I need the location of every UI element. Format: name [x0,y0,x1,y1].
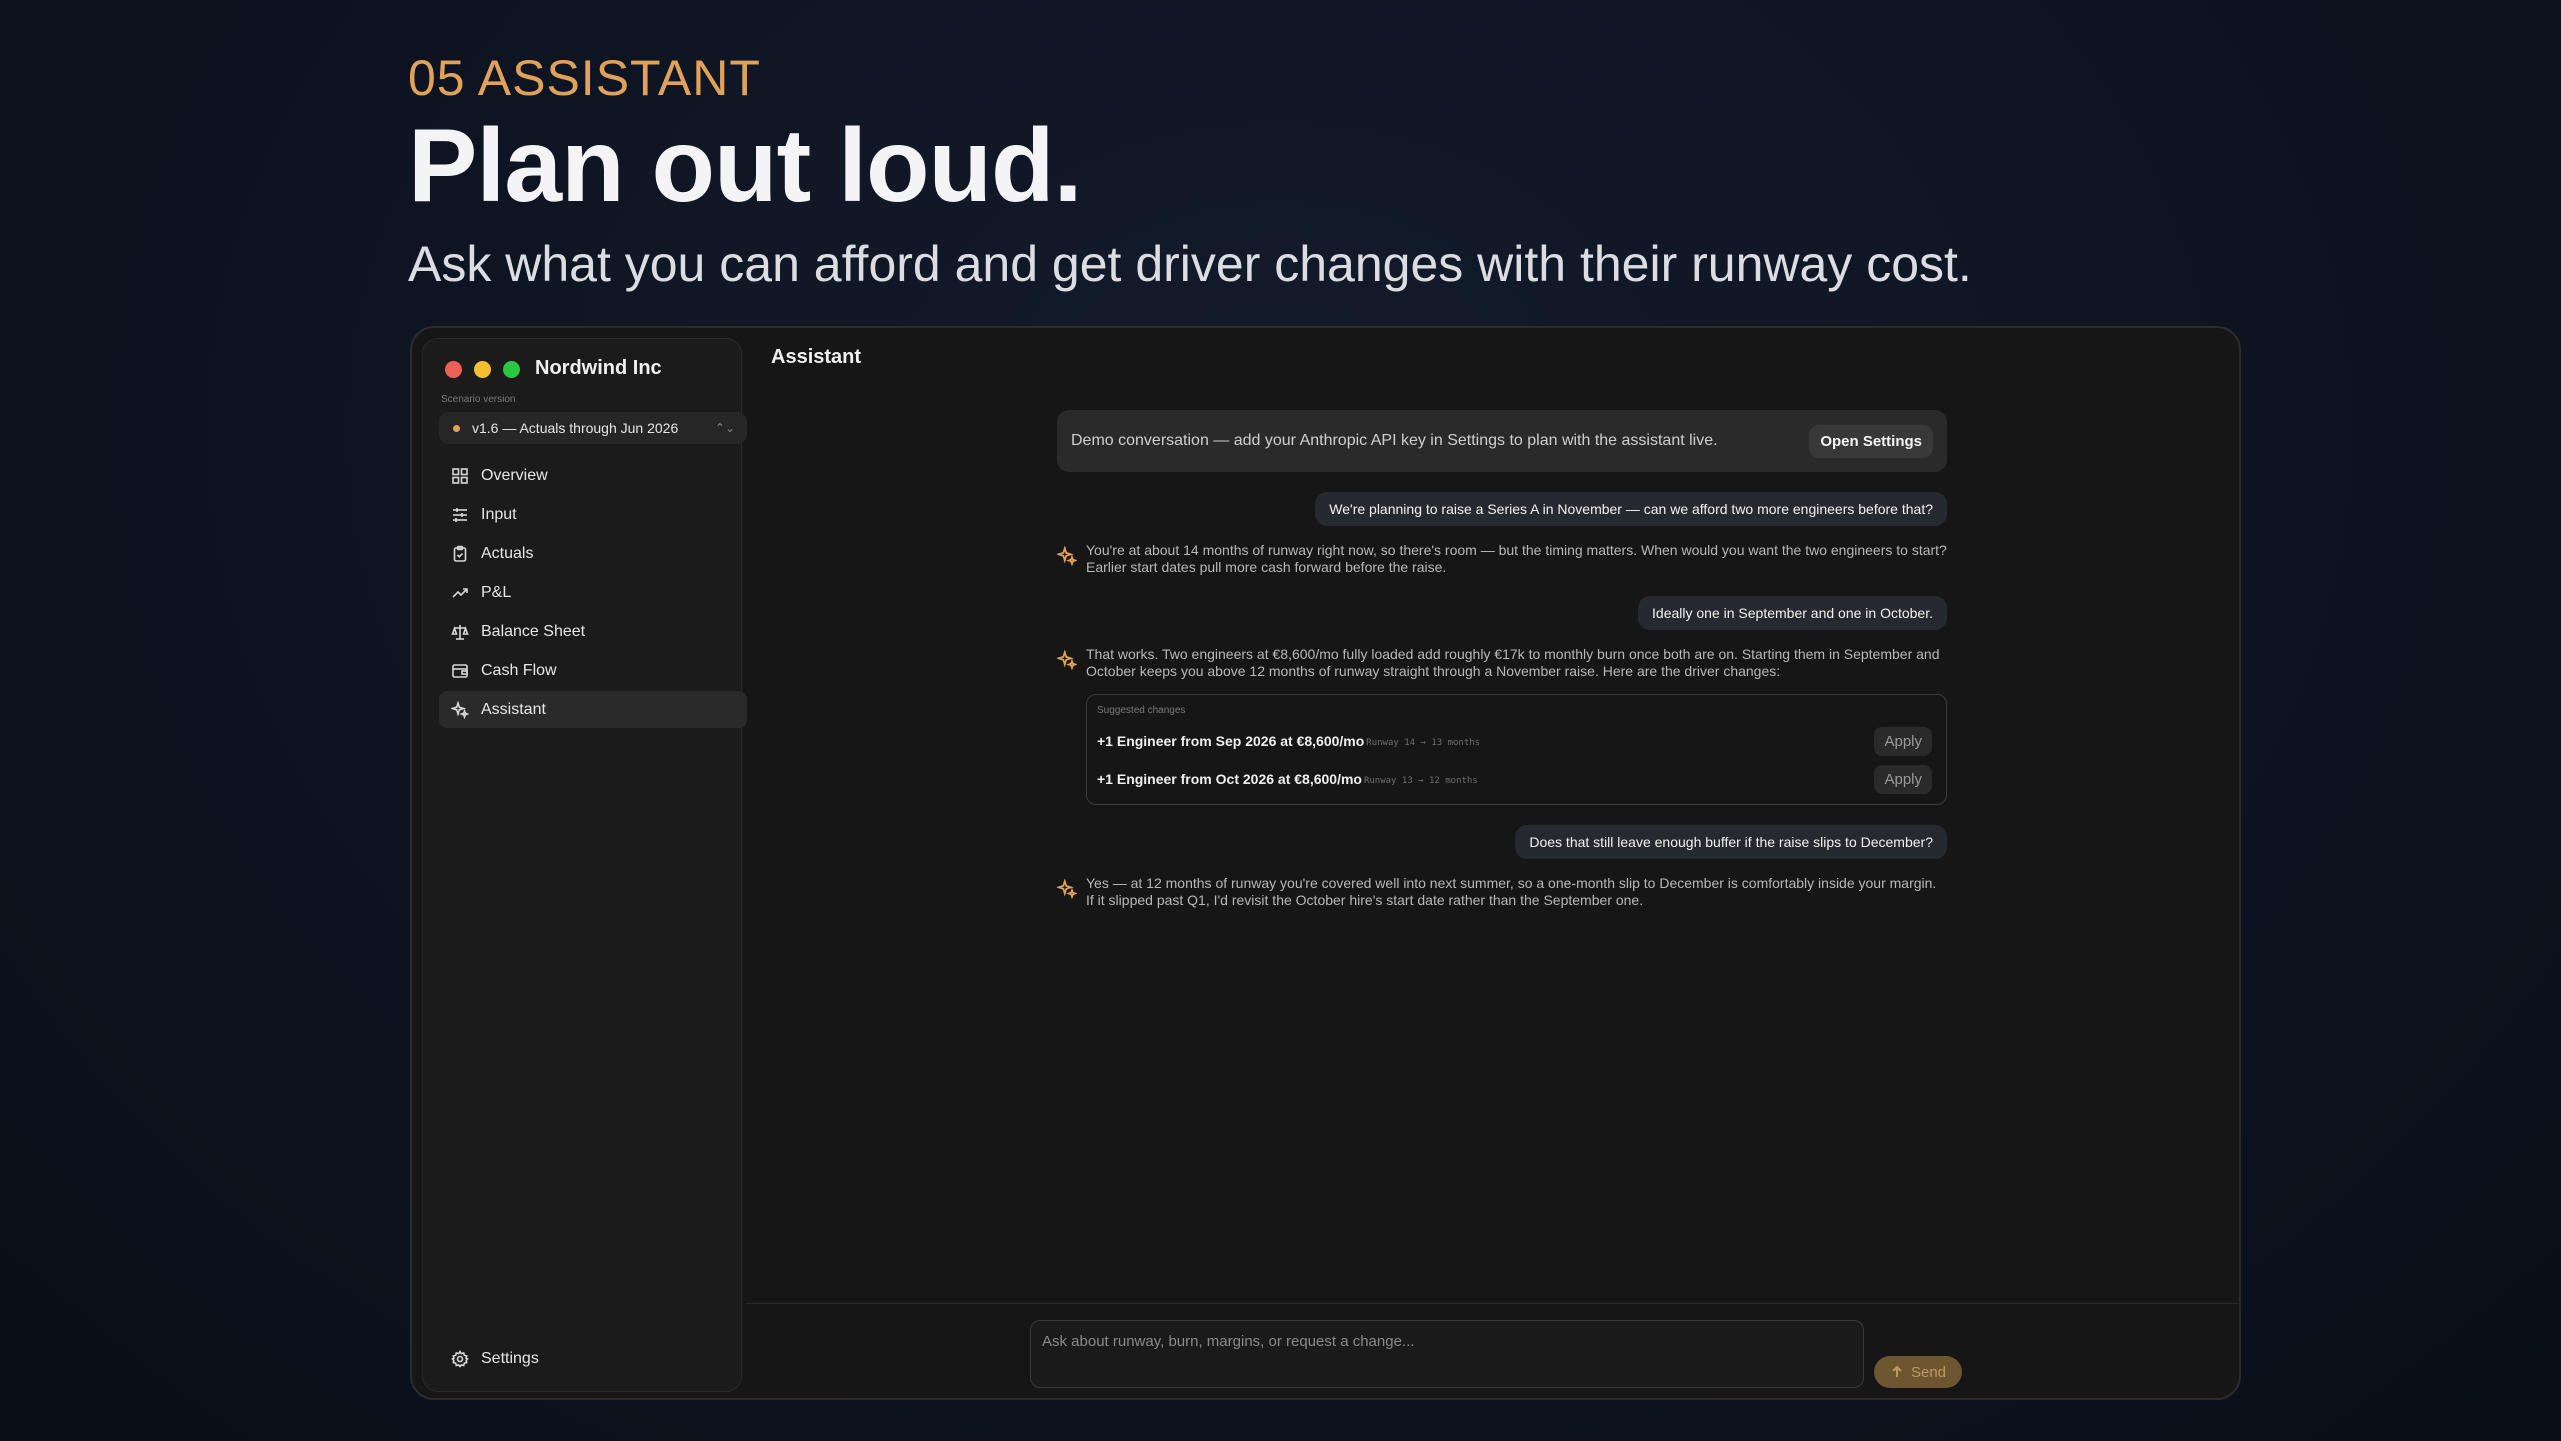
page-title: Assistant [771,346,862,368]
user-message-row: Ideally one in September and one in Octo… [1057,596,1947,630]
sidebar: Nordwind Inc Scenario version v1.6 — Act… [422,338,747,1392]
minimize-window-button[interactable] [474,361,491,378]
sidebar-item-label: Assistant [481,700,546,718]
scenario-select[interactable]: v1.6 — Actuals through Jun 2026 ⌃⌄ [439,412,747,444]
user-message: Ideally one in September and one in Octo… [1638,596,1947,630]
suggested-changes-title: Suggested changes [1097,705,1186,716]
scenario-status-dot [453,424,460,432]
wallet-icon [452,663,468,678]
assistant-message-body: That works. Two engineers at €8,600/mo f… [1086,646,1947,805]
chevron-up-down-icon: ⌃⌄ [714,421,735,435]
sidebar-item-label: Balance Sheet [481,622,586,640]
sidebar-item-input[interactable]: Input [439,496,747,533]
window-controls [445,361,520,378]
sidebar-item-label: P&L [481,583,512,601]
composer-divider [745,1303,2239,1304]
sidebar-item-label: Actuals [481,544,534,562]
send-label: Send [1910,1363,1947,1381]
assistant-message: You're at about 14 months of runway righ… [1086,542,1947,575]
suggested-changes-card: Suggested changes +1 Engineer from Sep 2… [1086,694,1947,805]
subheadline: Ask what you can afford and get driver c… [408,236,1972,292]
change-label: +1 Engineer from Oct 2026 at €8,600/mo [1097,771,1362,787]
user-message-row: We're planning to raise a Series A in No… [1057,492,1947,526]
sparkles-icon [1055,545,1078,567]
assistant-message-row: Yes — at 12 months of runway you're cove… [1055,875,1947,909]
close-window-button[interactable] [445,361,462,378]
scenario-label: Scenario version [441,394,516,405]
sidebar-item-label: Settings [481,1349,539,1367]
assistant-message-row: You're at about 14 months of runway righ… [1055,542,1947,576]
headline: Plan out loud. [408,108,1082,224]
assistant-message-row: That works. Two engineers at €8,600/mo f… [1055,646,1947,805]
suggested-change-row: +1 Engineer from Oct 2026 at €8,600/mo R… [1097,760,1936,798]
scenario-value: v1.6 — Actuals through Jun 2026 [472,420,679,436]
app-window: Nordwind Inc Scenario version v1.6 — Act… [410,326,2241,1400]
apply-button[interactable]: Apply [1874,764,1932,794]
user-message: Does that still leave enough buffer if t… [1515,825,1947,859]
sidebar-item-balance-sheet[interactable]: Balance Sheet [439,613,747,650]
user-message: We're planning to raise a Series A in No… [1315,492,1947,526]
arrow-up-icon [1892,1365,1902,1377]
send-button[interactable]: Send [1874,1356,1962,1388]
maximize-window-button[interactable] [503,361,520,378]
sidebar-item-cash-flow[interactable]: Cash Flow [439,652,747,689]
sparkles-icon [1055,649,1078,671]
suggested-change-row: +1 Engineer from Sep 2026 at €8,600/mo R… [1097,722,1936,760]
sidebar-item-pnl[interactable]: P&L [439,574,747,611]
assistant-message: Yes — at 12 months of runway you're cove… [1086,875,1937,908]
sidebar-item-overview[interactable]: Overview [439,457,747,494]
section-eyebrow: 05 ASSISTANT [408,50,761,106]
demo-banner-text: Demo conversation — add your Anthropic A… [1071,432,1718,449]
open-settings-button[interactable]: Open Settings [1809,424,1933,458]
chat-thread: Demo conversation — add your Anthropic A… [1055,410,1947,909]
assistant-message: That works. Two engineers at €8,600/mo f… [1086,646,1940,679]
chat-input[interactable]: Ask about runway, burn, margins, or requ… [1030,1320,1864,1388]
change-runway-meta: Runway 13 → 12 months [1363,775,1478,786]
trend-up-icon [452,587,468,598]
change-runway-meta: Runway 14 → 13 months [1366,737,1481,748]
sliders-icon [453,507,467,522]
sidebar-item-settings[interactable]: Settings [439,1340,739,1377]
demo-banner: Demo conversation — add your Anthropic A… [1057,410,1947,472]
sidebar-item-label: Overview [481,466,548,484]
sidebar-item-label: Input [481,505,517,523]
user-message-row: Does that still leave enough buffer if t… [1057,825,1947,859]
sidebar-item-label: Cash Flow [481,661,557,679]
grid-icon [452,467,468,484]
hero-section: 05 ASSISTANT Plan out loud. Ask what you… [408,48,2308,296]
sidebar-item-assistant[interactable]: Assistant [439,691,747,728]
main-panel: Assistant Demo conversation — add your A… [745,328,2239,1398]
sparkles-icon [1055,878,1078,900]
change-label: +1 Engineer from Sep 2026 at €8,600/mo [1097,733,1365,749]
clipboard-check-icon [453,545,467,562]
sidebar-item-actuals[interactable]: Actuals [439,535,747,572]
company-name: Nordwind Inc [535,357,662,379]
gear-icon [451,1349,469,1368]
sparkles-icon [451,700,469,719]
sidebar-nav: Overview Input Actuals P&L Balance Sheet… [439,457,747,730]
scale-icon [451,624,469,640]
apply-button[interactable]: Apply [1874,726,1932,756]
